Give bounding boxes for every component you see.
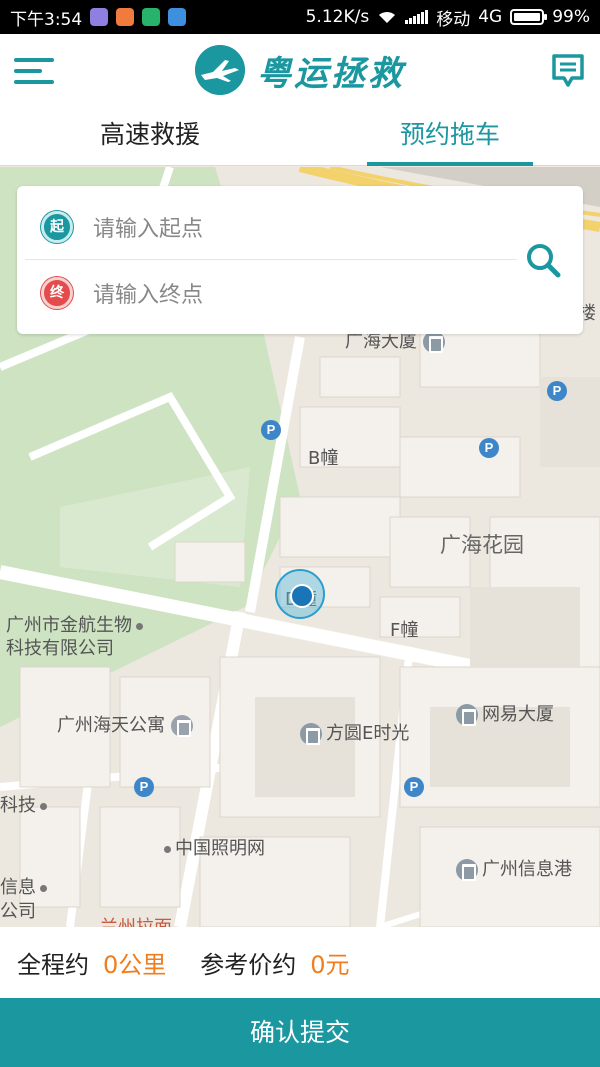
building-icon (456, 704, 478, 726)
green-play-icon (142, 8, 161, 26)
status-time: 下午3:54 (10, 9, 83, 30)
current-location-marker[interactable] (275, 569, 325, 619)
blue-chat-icon (168, 8, 187, 26)
poi-dot-icon (40, 884, 47, 892)
distance-label: 全程约 (17, 951, 89, 979)
network-speed: 5.12K/s (305, 7, 370, 27)
route-input-card: 起 请输入起点 终 请输入终点 (17, 186, 583, 334)
start-pin-icon: 起 (41, 210, 73, 243)
map-label-zhaoming: 中国照明网 (160, 834, 265, 860)
map-label-wangyi: 网易大厦 (456, 700, 554, 726)
parking-icon: P (261, 420, 281, 440)
map-label-lanzhou: 兰州拉面 (100, 913, 172, 927)
parking-icon: P (134, 777, 154, 797)
map-label-xinxi-line1: 信息 (0, 873, 51, 899)
map-label-keji: 科技 (0, 791, 51, 817)
orange-app-icon (116, 8, 135, 26)
search-icon[interactable] (523, 240, 563, 280)
wifi-icon (379, 11, 396, 23)
hotel-icon (170, 715, 193, 737)
building-icon (300, 723, 322, 745)
menu-icon[interactable] (14, 56, 54, 86)
poi-dot-icon (40, 802, 47, 810)
map-label-xinxigang: 广州信息港 (456, 855, 572, 881)
building-icon (422, 331, 445, 353)
price-label: 参考价约 (200, 951, 297, 979)
poi-dot-icon (136, 622, 143, 630)
trip-summary: 全程约 0公里 参考价约 0元 (0, 927, 600, 998)
end-point-input[interactable]: 请输入终点 (93, 277, 203, 309)
distance-value: 0公里 (103, 951, 167, 979)
map-label-b-building: B幢 (308, 448, 339, 469)
app-header: 粤运拯救 (0, 34, 600, 106)
map-label-fangyuan: 方圆E时光 (300, 719, 409, 745)
plane-logo-icon (195, 45, 245, 95)
battery-icon (510, 9, 548, 25)
map-label-guanghai-garden: 广海花园 (440, 533, 524, 557)
map-label-haitian: 广州海天公寓 (57, 711, 197, 737)
message-icon[interactable] (550, 52, 586, 90)
price-value: 0元 (310, 951, 350, 979)
parking-icon: P (404, 777, 424, 797)
app-title: 粤运拯救 (257, 53, 405, 94)
end-point-row[interactable]: 终 请输入终点 (17, 260, 517, 326)
app-logo: 粤运拯救 (195, 45, 405, 95)
purple-app-icon (90, 8, 109, 26)
tab-bar: 高速救援 预约拖车 (0, 106, 600, 166)
start-point-input[interactable]: 请输入起点 (93, 211, 203, 243)
status-bar: 下午3:54 5.12K/s 移动 4G 99% (0, 0, 600, 34)
poi-dot-icon (164, 845, 171, 853)
parking-icon: P (479, 438, 499, 458)
battery-level: 99% (552, 7, 590, 27)
signal-icon (405, 10, 429, 24)
map-label-jinhang-line2: 科技有限公司 (6, 638, 114, 659)
map-label-f-building: F幢 (390, 620, 419, 641)
parking-icon: P (547, 381, 567, 401)
network-type: 4G (478, 7, 503, 27)
end-pin-icon: 终 (41, 277, 73, 309)
tab-book-tow[interactable]: 预约拖车 (300, 106, 600, 166)
start-point-row[interactable]: 起 请输入起点 (25, 194, 517, 260)
building-icon (456, 859, 478, 881)
carrier-name: 移动 (436, 9, 471, 30)
map-label-xinxi-line2: 公司 (0, 901, 36, 922)
confirm-submit-button[interactable]: 确认提交 (0, 998, 600, 1067)
tab-highway-rescue[interactable]: 高速救援 (0, 106, 300, 165)
